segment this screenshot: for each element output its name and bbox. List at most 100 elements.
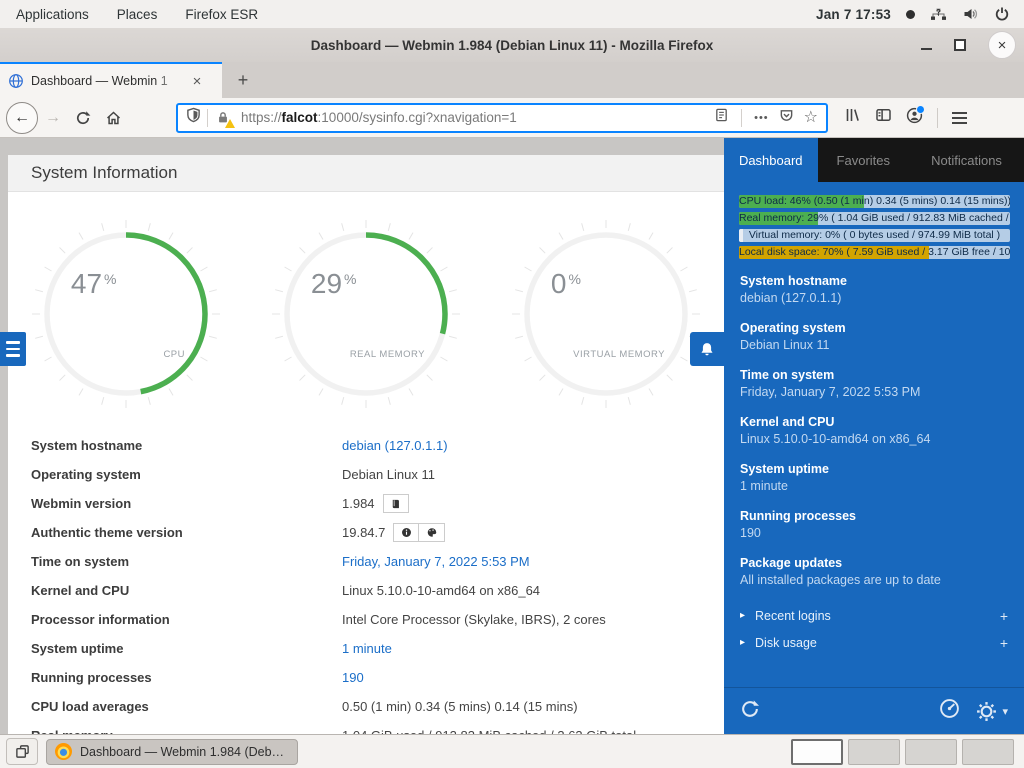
sidebars-icon[interactable] — [875, 107, 892, 128]
expand-plus-icon[interactable]: + — [1000, 608, 1008, 624]
processes-link[interactable]: 190 — [342, 670, 364, 685]
browser-viewport: System Information 47% CPU — [0, 138, 1024, 734]
table-row: Time on systemFriday, January 7, 2022 5:… — [8, 547, 724, 576]
virtual-memory-gauge-label: VIRTUAL MEMORY — [573, 349, 665, 360]
cpu-load-bar: CPU load: 46% (0.50 (1 min) 0.34 (5 mins… — [739, 195, 1010, 208]
workspace-3[interactable] — [905, 739, 957, 765]
nav-toolbar: ← → https://falcot:10000/sysinfo.cgi?xna… — [0, 98, 1024, 138]
settings-gear-button[interactable]: ▾ — [976, 701, 1008, 722]
table-row: Running processes190 — [8, 663, 724, 692]
home-button[interactable] — [98, 103, 128, 133]
window-list-button[interactable] — [6, 738, 38, 765]
list-item: Kernel and CPULinux 5.10.0-10-amd64 on x… — [740, 414, 1008, 448]
tab-favorites[interactable]: Favorites — [818, 138, 910, 182]
sidebar-footer: ▾ — [724, 687, 1024, 734]
usage-gauges: 47% CPU 29% REAL MEMORY — [8, 219, 724, 409]
forward-button[interactable]: → — [38, 103, 68, 133]
places-menu[interactable]: Places — [117, 7, 158, 22]
firefox-menu-icon[interactable] — [952, 109, 967, 127]
real-memory-bar: Real memory: 29% ( 1.04 GiB used / 912.8… — [739, 212, 1010, 225]
disk-space-bar: Local disk space: 70% ( 7.59 GiB used / … — [739, 246, 1010, 259]
minimize-button[interactable] — [921, 48, 932, 50]
table-row: Real memory1.04 GiB used / 912.83 MiB ca… — [8, 721, 724, 734]
clock[interactable]: Jan 7 17:53 — [816, 7, 891, 22]
real-memory-gauge-label: REAL MEMORY — [350, 349, 425, 360]
table-row: Authentic theme version19.84.7 — [8, 518, 724, 547]
table-row: System uptime1 minute — [8, 634, 724, 663]
table-row: Processor informationIntel Core Processo… — [8, 605, 724, 634]
table-row: Webmin version1.984 — [8, 489, 724, 518]
uptime-link[interactable]: 1 minute — [342, 641, 392, 656]
sidebar-info-list: System hostnamedebian (127.0.1.1) Operat… — [740, 273, 1008, 589]
reload-button[interactable] — [68, 103, 98, 133]
expand-plus-icon[interactable]: + — [1000, 635, 1008, 651]
active-tab[interactable]: Dashboard — Webmin 1 × — [0, 62, 222, 98]
page-title: System Information — [8, 163, 177, 183]
chevron-right-icon: ▸ — [740, 610, 745, 621]
webmin-menu-toggle-button[interactable] — [0, 332, 26, 366]
theme-palette-button[interactable] — [419, 523, 445, 542]
workspace-2[interactable] — [848, 739, 900, 765]
tab-dashboard[interactable]: Dashboard — [724, 138, 818, 182]
bottom-taskbar: Dashboard — Webmin 1.984 (Deb… — [0, 734, 1024, 768]
close-window-button[interactable]: × — [988, 31, 1016, 59]
window-title: Dashboard — Webmin 1.984 (Debian Linux 1… — [0, 38, 1024, 53]
list-item: Time on systemFriday, January 7, 2022 5:… — [740, 367, 1008, 401]
notifications-bell-button[interactable] — [690, 332, 724, 366]
sidebar-tabs: Dashboard Favorites Notifications — [724, 138, 1024, 182]
window-titlebar[interactable]: Dashboard — Webmin 1.984 (Debian Linux 1… — [0, 28, 1024, 63]
cpu-gauge-value: 47% — [71, 268, 117, 300]
list-item: Package updatesAll installed packages ar… — [740, 555, 1008, 589]
reader-view-icon[interactable] — [714, 107, 729, 128]
page-actions-icon[interactable]: ••• — [754, 112, 769, 124]
url-text[interactable]: https://falcot:10000/sysinfo.cgi?xnaviga… — [241, 110, 706, 125]
table-row: Operating systemDebian Linux 11 — [8, 460, 724, 489]
workspace-4[interactable] — [962, 739, 1014, 765]
pocket-icon[interactable] — [779, 108, 794, 128]
list-item: Running processes190 — [740, 508, 1008, 542]
firefox-icon — [55, 743, 72, 760]
url-bar[interactable]: https://falcot:10000/sysinfo.cgi?xnaviga… — [176, 103, 828, 133]
maximize-button[interactable] — [954, 39, 966, 51]
hostname-link[interactable]: debian (127.0.1.1) — [342, 438, 448, 453]
workspace-1[interactable] — [791, 739, 843, 765]
account-icon[interactable] — [906, 107, 923, 129]
firefox-esr-menu[interactable]: Firefox ESR — [185, 7, 258, 22]
chevron-down-icon: ▾ — [1002, 705, 1008, 718]
power-icon[interactable] — [994, 6, 1010, 22]
table-row: CPU load averages0.50 (1 min) 0.34 (5 mi… — [8, 692, 724, 721]
tracking-shield-icon[interactable] — [186, 107, 201, 128]
real-memory-gauge-value: 29% — [311, 268, 357, 300]
virtual-memory-gauge: 0% VIRTUAL MEMORY — [511, 219, 701, 409]
recent-logins-toggle[interactable]: ▸ Recent logins + — [724, 602, 1024, 629]
dashboard-gauge-button[interactable] — [939, 698, 960, 724]
virtual-memory-gauge-value: 0% — [551, 268, 581, 300]
bookmark-star-icon[interactable]: ☆ — [804, 110, 818, 126]
tab-close-icon[interactable]: × — [187, 71, 207, 91]
webmin-changelog-button[interactable] — [383, 494, 409, 513]
taskbar-window-button[interactable]: Dashboard — Webmin 1.984 (Deb… — [46, 739, 298, 765]
tab-title: Dashboard — Webmin 1 — [31, 74, 183, 88]
network-question-icon[interactable]: ? — [930, 6, 947, 22]
real-memory-gauge: 29% REAL MEMORY — [271, 219, 461, 409]
chevron-right-icon: ▸ — [740, 637, 745, 648]
refresh-button[interactable] — [739, 698, 761, 725]
list-item: System hostnamedebian (127.0.1.1) — [740, 273, 1008, 307]
time-link[interactable]: Friday, January 7, 2022 5:53 PM — [342, 554, 530, 569]
back-button[interactable]: ← — [6, 102, 38, 134]
applications-menu[interactable]: Applications — [16, 7, 89, 22]
account-notification-dot — [916, 105, 925, 114]
lock-warning-icon[interactable] — [216, 110, 232, 126]
disk-usage-toggle[interactable]: ▸ Disk usage + — [724, 629, 1024, 656]
webmin-favicon-icon — [8, 73, 24, 89]
tab-bar: Dashboard — Webmin 1 × + — [0, 62, 1024, 99]
tab-notifications[interactable]: Notifications — [909, 138, 1024, 182]
webmin-sidebar: Dashboard Favorites Notifications CPU lo… — [724, 138, 1024, 734]
workspace-switcher — [791, 739, 1014, 765]
bell-icon — [699, 341, 715, 358]
cpu-gauge: 47% CPU — [31, 219, 221, 409]
theme-info-button[interactable] — [393, 523, 419, 542]
volume-icon[interactable] — [962, 6, 979, 22]
library-icon[interactable] — [844, 107, 861, 128]
new-tab-button[interactable]: + — [230, 67, 256, 93]
